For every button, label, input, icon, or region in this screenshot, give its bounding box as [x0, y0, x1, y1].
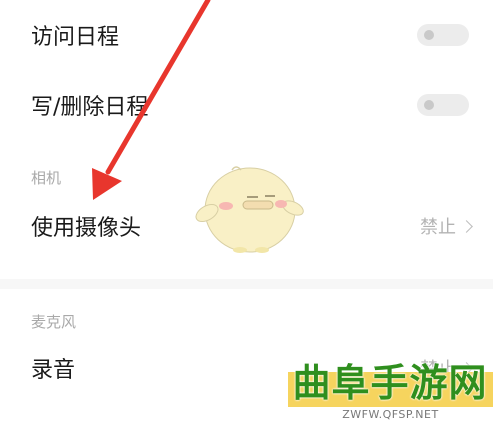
permission-row-read-calendar[interactable]: 访问日程: [0, 0, 493, 70]
app-permissions-page: 访问日程 写/删除日程 相机 使用摄像头 禁止 麦克风 录音 禁止 曲阜手游网 …: [0, 0, 493, 421]
permission-label: 使用摄像头: [31, 216, 142, 241]
read-calendar-toggle[interactable]: [417, 24, 469, 46]
permission-row-camera[interactable]: 使用摄像头 禁止: [0, 191, 493, 261]
permission-label: 写/删除日程: [31, 95, 149, 120]
watermark-site-url: ZWFW.QFSP.NET: [342, 408, 439, 421]
permission-status: 禁止: [420, 213, 473, 239]
section-title-camera: 相机: [31, 169, 62, 187]
section-divider: [0, 279, 493, 289]
permission-row-write-calendar[interactable]: 写/删除日程: [0, 70, 493, 140]
toggle-knob: [424, 30, 434, 40]
watermark-site-name: 曲阜手游网: [292, 360, 488, 405]
section-title-microphone: 麦克风: [31, 313, 77, 331]
toggle-knob: [424, 100, 434, 110]
permission-label: 录音: [31, 358, 76, 383]
status-text: 禁止: [420, 217, 456, 238]
write-calendar-toggle[interactable]: [417, 94, 469, 116]
permission-label: 访问日程: [31, 25, 120, 50]
chevron-right-icon: [460, 220, 473, 233]
